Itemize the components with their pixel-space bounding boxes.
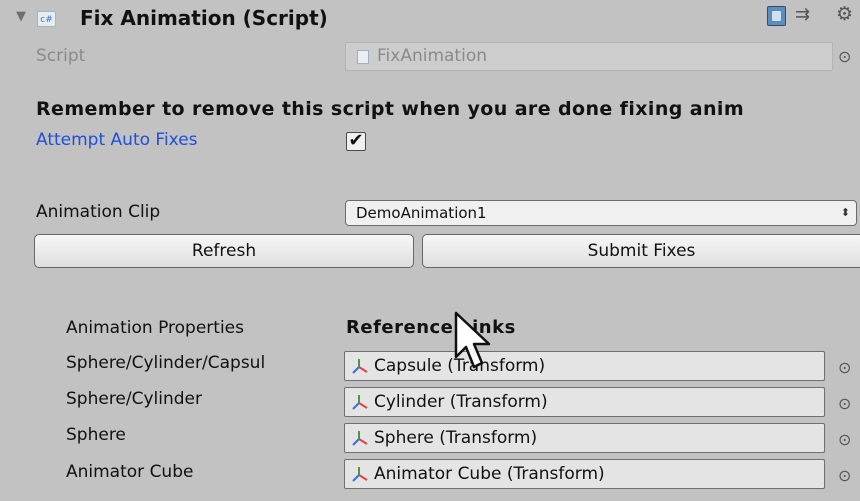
reference-object-field[interactable]: Cylinder (Transform) <box>344 387 825 417</box>
transform-icon <box>352 395 368 410</box>
warning-text: Remember to remove this script when you … <box>36 98 745 120</box>
script-picker-icon: ⊙ <box>838 47 852 66</box>
help-book-icon[interactable] <box>767 6 786 26</box>
attempt-auto-fixes-checkbox[interactable]: ✔ <box>346 132 366 151</box>
reference-object-field[interactable]: Sphere (Transform) <box>344 423 825 453</box>
script-label: Script <box>36 46 86 66</box>
reference-object-field[interactable]: Capsule (Transform) <box>344 351 825 381</box>
refresh-button[interactable]: Refresh <box>34 234 414 268</box>
animation-properties-header: Animation Properties <box>66 318 244 338</box>
reference-object-field[interactable]: Animator Cube (Transform) <box>344 459 825 489</box>
reference-value: Animator Cube (Transform) <box>374 464 605 484</box>
object-picker-icon[interactable]: ⊙ <box>838 394 851 413</box>
mouse-cursor-icon <box>454 311 491 369</box>
property-label: Animator Cube <box>66 462 194 482</box>
csharp-script-icon: c# <box>37 11 56 27</box>
property-label: Sphere <box>66 425 126 445</box>
script-file-icon <box>357 50 369 64</box>
animation-clip-dropdown[interactable]: DemoAnimation1 ⬍ <box>345 200 857 226</box>
dropdown-arrows-icon: ⬍ <box>840 206 850 219</box>
animation-clip-label: Animation Clip <box>36 202 161 222</box>
animation-clip-value: DemoAnimation1 <box>356 204 487 222</box>
script-object-field: FixAnimation <box>345 42 833 71</box>
object-picker-icon[interactable]: ⊙ <box>838 430 851 449</box>
gear-icon[interactable]: ⚙ <box>836 3 853 25</box>
object-picker-icon[interactable]: ⊙ <box>838 358 851 377</box>
property-label: Sphere/Cylinder/Capsul <box>66 353 266 373</box>
transform-icon <box>352 431 368 446</box>
reference-value: Sphere (Transform) <box>374 428 538 448</box>
property-label: Sphere/Cylinder <box>66 389 203 409</box>
submit-fixes-button[interactable]: Submit Fixes <box>422 234 860 268</box>
transform-icon <box>352 359 368 374</box>
transform-icon <box>352 467 368 482</box>
component-title[interactable]: Fix Animation (Script) <box>80 6 328 30</box>
script-field-value: FixAnimation <box>377 46 487 66</box>
preset-icon[interactable]: ⇉ <box>795 4 810 25</box>
foldout-arrow-icon[interactable]: ▼ <box>16 9 26 24</box>
object-picker-icon[interactable]: ⊙ <box>838 466 851 485</box>
component-header: ▼ c# Fix Animation (Script) ⇉ ⚙ <box>0 0 860 36</box>
reference-value: Cylinder (Transform) <box>374 392 548 412</box>
attempt-auto-fixes-label: Attempt Auto Fixes <box>36 130 198 150</box>
